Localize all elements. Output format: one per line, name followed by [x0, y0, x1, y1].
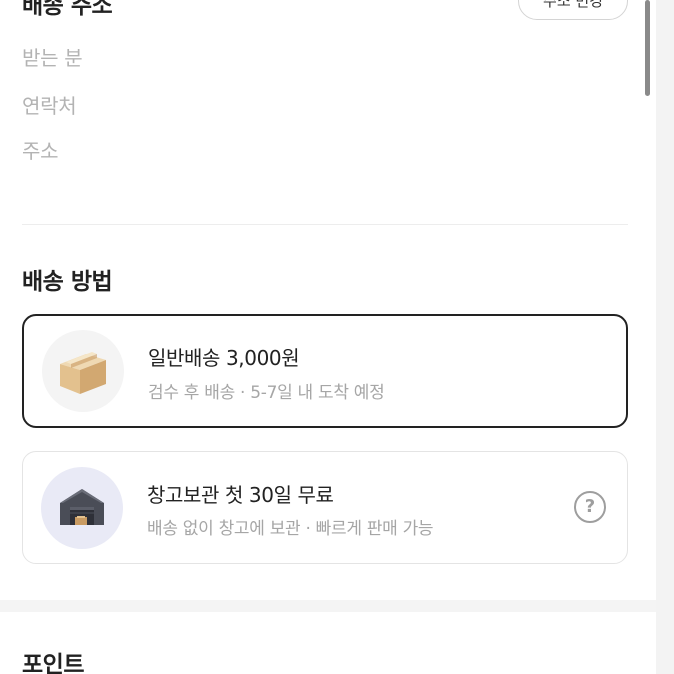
standard-shipping-title: 일반배송 3,000원: [148, 346, 300, 370]
scrollbar-track[interactable]: [656, 0, 674, 674]
section-separator-band: [0, 600, 656, 612]
warehouse-storage-subtitle: 배송 없이 창고에 보관 · 빠르게 판매 가능: [147, 519, 434, 539]
address-section-title: 배송 주소: [22, 0, 113, 19]
address-label: 주소: [22, 139, 59, 163]
recipient-label: 받는 분: [22, 46, 83, 70]
warehouse-icon: [41, 467, 123, 549]
section-divider: [22, 224, 628, 225]
phone-label: 연락처: [22, 94, 77, 118]
box-icon: [42, 330, 124, 412]
help-icon[interactable]: ?: [574, 491, 606, 523]
change-address-button[interactable]: 주소 변경: [518, 0, 628, 20]
warehouse-storage-option[interactable]: 창고보관 첫 30일 무료 배송 없이 창고에 보관 · 빠르게 판매 가능 ?: [22, 451, 628, 564]
standard-shipping-option[interactable]: 일반배송 3,000원 검수 후 배송 · 5-7일 내 도착 예정: [22, 314, 628, 428]
standard-shipping-subtitle: 검수 후 배송 · 5-7일 내 도착 예정: [148, 383, 385, 403]
checkout-page: 배송 주소 주소 변경 받는 분 연락처 주소 배송 방법 일반배송 3,000…: [0, 0, 656, 674]
warehouse-storage-title: 창고보관 첫 30일 무료: [147, 483, 334, 507]
points-section-title: 포인트: [22, 652, 84, 674]
shipping-method-title: 배송 방법: [22, 269, 113, 295]
scrollbar-thumb[interactable]: [645, 0, 650, 96]
